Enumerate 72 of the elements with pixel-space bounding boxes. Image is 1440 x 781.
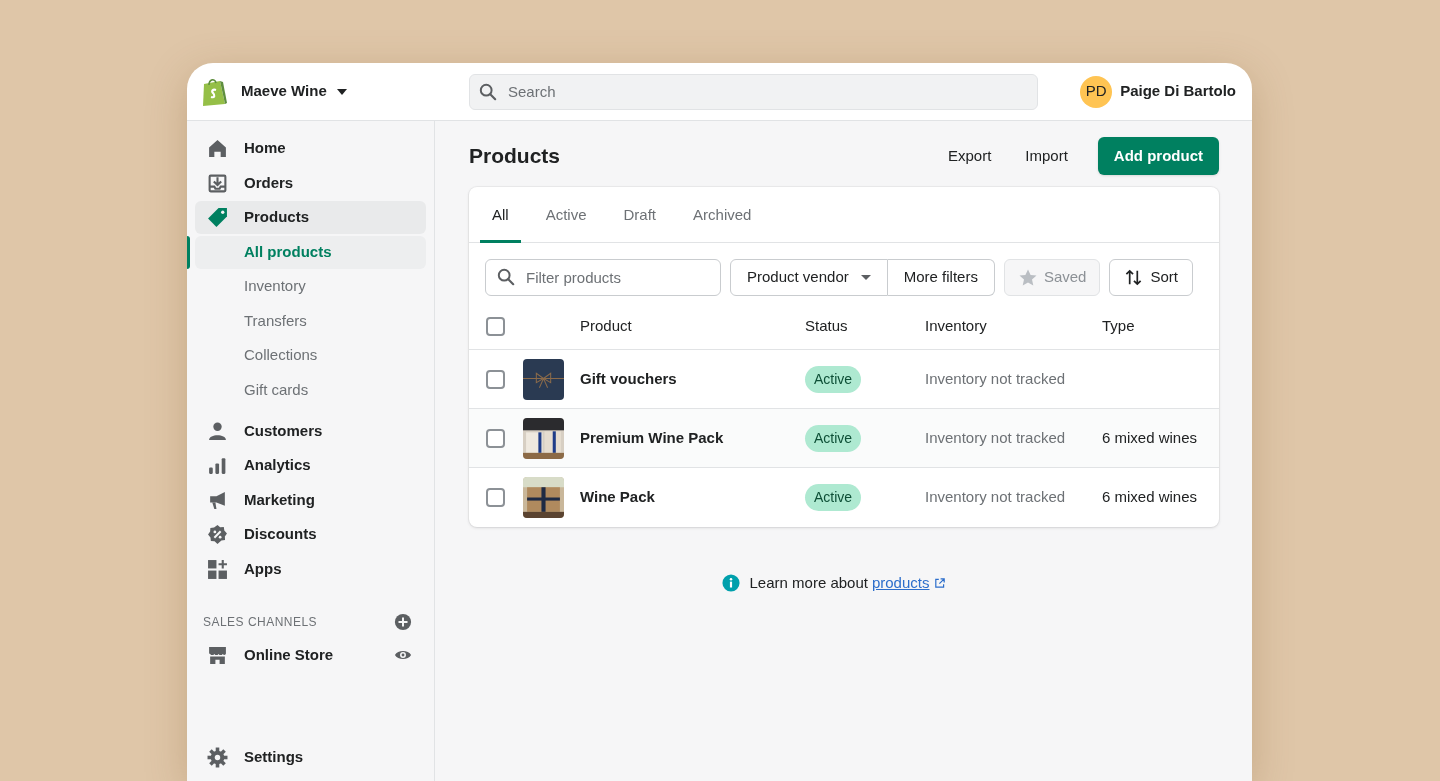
- inventory-text: Inventory not tracked: [925, 487, 1067, 508]
- product-name[interactable]: Wine Pack: [580, 486, 805, 509]
- tab[interactable]: Active: [533, 187, 599, 243]
- column-header: Status: [805, 315, 849, 336]
- add-product-button[interactable]: Add product: [1097, 137, 1219, 175]
- status-badge: Active: [805, 424, 862, 452]
- tab[interactable]: All: [480, 187, 521, 243]
- sort-button[interactable]: Sort: [1109, 259, 1193, 296]
- tab[interactable]: Archived: [681, 187, 764, 243]
- nav-item[interactable]: Apps: [195, 552, 426, 586]
- storefront-icon: [207, 644, 228, 666]
- caret-icon[interactable]: [336, 88, 347, 95]
- column-header: Product: [580, 315, 633, 336]
- bar-chart-icon: [207, 455, 228, 476]
- search-icon: [497, 268, 515, 286]
- home-icon: [207, 138, 228, 159]
- sort-icon: [1124, 268, 1144, 287]
- settings-icon: [207, 747, 228, 768]
- products-link[interactable]: products: [871, 572, 947, 595]
- type-text: 6 mixed wines: [1102, 487, 1199, 508]
- search-icon: [479, 82, 497, 101]
- nav-item[interactable]: Marketing: [195, 483, 426, 517]
- status-badge: Active: [805, 484, 862, 511]
- page-title: Products: [469, 143, 560, 170]
- discount-badge-icon: [207, 524, 228, 545]
- checkbox[interactable]: [486, 316, 505, 336]
- person-icon: [207, 420, 228, 442]
- add-icon[interactable]: [394, 612, 412, 631]
- filter-field[interactable]: Filter products: [485, 259, 721, 296]
- status-badge: Active: [805, 365, 862, 393]
- checkbox[interactable]: [486, 488, 505, 507]
- column-header: Type: [1102, 315, 1136, 336]
- nav-subitem[interactable]: Transfers: [195, 304, 426, 338]
- nav-subitem[interactable]: Gift cards: [195, 373, 426, 407]
- learn-more-text: Learn more about: [749, 573, 868, 593]
- section-heading: SALES CHANNELS: [203, 613, 318, 631]
- action-link[interactable]: Import: [1013, 137, 1080, 175]
- nav-subitem[interactable]: All products: [195, 235, 426, 269]
- product-name[interactable]: Gift vouchers: [580, 367, 805, 391]
- megaphone-icon: [207, 489, 228, 511]
- shopping-bag-logo-icon: [201, 76, 227, 107]
- nav-item[interactable]: Discounts: [195, 518, 426, 551]
- inventory-text: Inventory not tracked: [925, 427, 1067, 448]
- tab[interactable]: Draft: [611, 187, 669, 243]
- sales-channel-item[interactable]: Online Store: [195, 638, 346, 672]
- more-filters-button[interactable]: More filters: [887, 259, 995, 296]
- action-link[interactable]: Export: [935, 137, 1004, 175]
- nav-item[interactable]: Analytics: [195, 449, 426, 482]
- nav-subitem[interactable]: Inventory: [195, 270, 426, 303]
- user-avatar[interactable]: PD: [1080, 75, 1113, 108]
- search-field[interactable]: Search: [469, 73, 1038, 110]
- tag-icon: [207, 207, 228, 228]
- checkbox[interactable]: [486, 428, 505, 448]
- nav-subitem[interactable]: Collections: [195, 339, 426, 372]
- apps-grid-icon: [207, 558, 228, 580]
- nav-item[interactable]: Orders: [195, 166, 426, 200]
- product-name[interactable]: Premium Wine Pack: [580, 426, 805, 450]
- column-header: Inventory: [925, 315, 988, 336]
- type-text: 6 mixed wines: [1102, 427, 1199, 448]
- nav-item[interactable]: Home: [195, 132, 426, 165]
- user-name[interactable]: Paige Di Bartolo: [1120, 80, 1236, 103]
- nav-item[interactable]: Products: [195, 201, 426, 234]
- external-link-icon: [934, 577, 947, 590]
- inventory-text: Inventory not tracked: [925, 368, 1067, 389]
- checkbox[interactable]: [486, 369, 505, 389]
- vendor-filter-button[interactable]: Product vendor: [730, 259, 888, 296]
- nav-item[interactable]: Customers: [195, 414, 426, 448]
- inbox-download-icon: [207, 172, 228, 194]
- caret-icon: [860, 275, 871, 280]
- store-name[interactable]: Maeve Wine: [241, 80, 327, 103]
- info-icon: [721, 574, 740, 593]
- settings-item[interactable]: Settings: [195, 741, 426, 774]
